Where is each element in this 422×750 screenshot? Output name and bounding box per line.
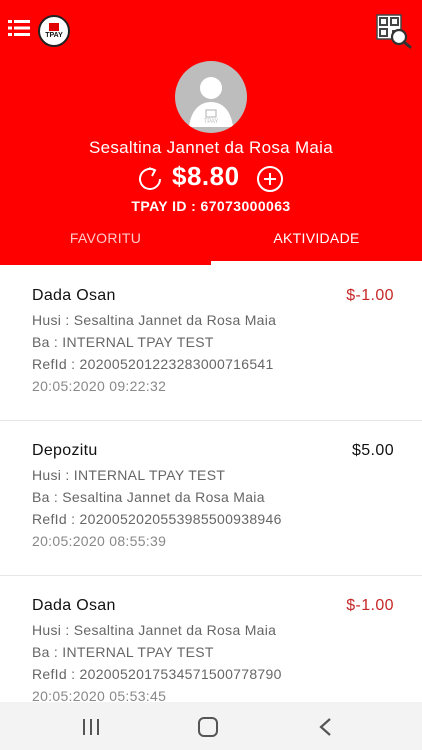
- avatar-logo-text: TPAY: [204, 119, 219, 125]
- transaction-timestamp: 20:05:2020 09:22:32: [32, 378, 167, 394]
- wallet-balance: $8.80: [172, 161, 240, 191]
- transaction-amount: $-1.00: [346, 287, 394, 304]
- home-button-icon[interactable]: [198, 717, 218, 737]
- tab-aktividade[interactable]: AKTIVIDADE: [211, 230, 422, 265]
- transaction-refid: RefId : 20200520122328300071654​1: [32, 356, 274, 372]
- transaction-amount: $5.00: [351, 442, 394, 459]
- transaction-amount: $-1.00: [346, 597, 394, 614]
- recent-apps-icon[interactable]: [82, 719, 100, 735]
- transaction-title: Dada Osan: [32, 287, 116, 304]
- transaction-to: Ba : INTERNAL TPAY TEST: [32, 644, 214, 660]
- list-item[interactable]: Dada Osan $-1.00 Husi : Sesaltina Jannet…: [0, 265, 422, 421]
- transaction-refid: RefId : 20200520175345715007787​90: [32, 666, 282, 682]
- tpay-logo: TPAY: [38, 15, 70, 47]
- transaction-from: Husi : INTERNAL TPAY TEST: [32, 467, 226, 483]
- transaction-from: Husi : Sesaltina Jannet da Rosa Maia: [32, 312, 277, 328]
- profile-header: TPAY TPAY Sesaltina Jannet da Rosa Maia …: [0, 0, 422, 265]
- transaction-to: Ba : INTERNAL TPAY TEST: [32, 334, 214, 350]
- user-name: Sesaltina Jannet da Rosa Maia: [88, 138, 333, 157]
- logo-text: TPAY: [45, 31, 63, 39]
- tab-favoritu[interactable]: FAVORITU: [0, 230, 211, 265]
- transaction-title: Dada Osan: [32, 597, 116, 614]
- add-circle-icon[interactable]: [257, 166, 283, 192]
- list-item[interactable]: Dada Osan $-1.00 Husi : Sesaltina Jannet…: [0, 575, 422, 702]
- balance-row: $8.80: [0, 160, 422, 196]
- refresh-icon[interactable]: [136, 165, 164, 193]
- menu-list-icon[interactable]: [8, 18, 30, 38]
- transaction-refid: RefId : 20200520205539855009389​46: [32, 511, 282, 527]
- tpay-id: TPAY ID : 67073000063: [131, 198, 291, 214]
- transaction-list[interactable]: Dada Osan $-1.00 Husi : Sesaltina Jannet…: [0, 265, 422, 702]
- logo-mark-icon: [49, 22, 59, 31]
- user-avatar-icon: TPAY: [189, 77, 233, 127]
- transaction-to: Ba : Sesaltina Jannet da Rosa Maia: [32, 489, 265, 505]
- list-item[interactable]: Depozitu $5.00 Husi : INTERNAL TPAY TEST…: [0, 420, 422, 576]
- transaction-timestamp: 20:05:2020 05:53:45: [32, 688, 167, 702]
- back-chevron-icon[interactable]: [318, 718, 334, 736]
- transaction-title: Depozitu: [32, 442, 98, 459]
- qr-search-icon[interactable]: [375, 13, 413, 49]
- user-avatar[interactable]: TPAY: [175, 61, 247, 133]
- android-navigation-bar: [0, 702, 422, 750]
- transaction-from: Husi : Sesaltina Jannet da Rosa Maia: [32, 622, 277, 638]
- transaction-timestamp: 20:05:2020 08:55:39: [32, 533, 167, 549]
